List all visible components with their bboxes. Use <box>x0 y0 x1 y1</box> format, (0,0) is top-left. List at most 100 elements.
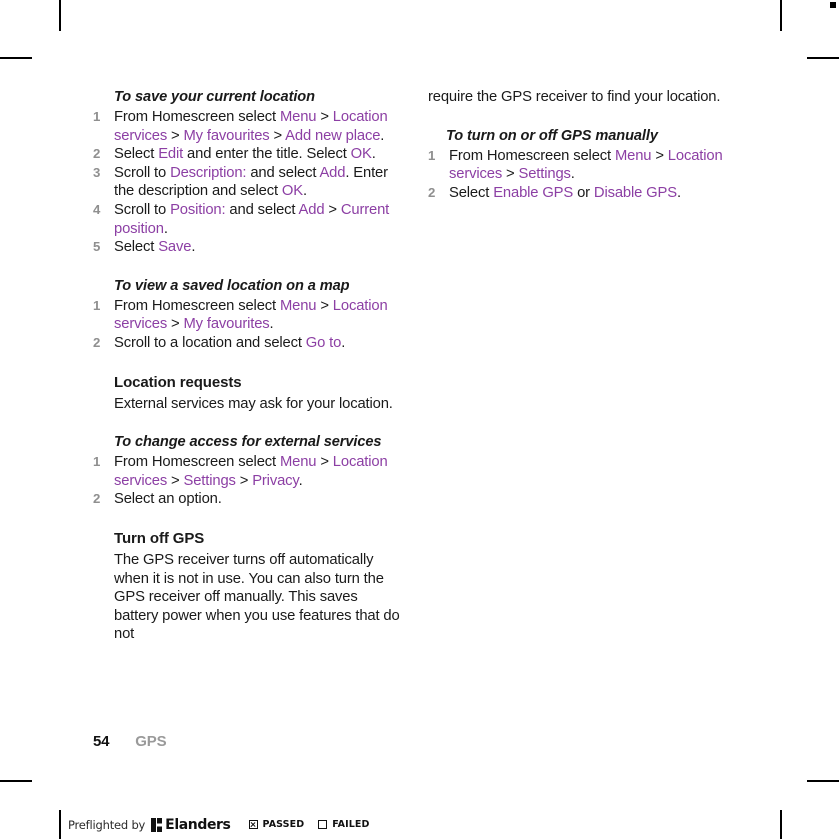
ui-path-token: Menu <box>614 147 652 164</box>
ui-path-token: Position: <box>170 201 226 218</box>
preflight-prefix-label: Preflighted by <box>68 817 146 832</box>
checkbox-checked-icon <box>248 820 258 829</box>
step-number: 2 <box>93 491 101 507</box>
step-number: 3 <box>93 164 101 180</box>
preflight-passed-label: PASSED <box>262 819 305 830</box>
preflight-passed-status: PASSED <box>248 819 305 830</box>
ui-path-token: Enable GPS <box>493 184 574 201</box>
crop-mark-top-left-horizontal <box>0 57 32 59</box>
heading-location-requests: Location requests <box>114 373 242 391</box>
preflight-failed-label: FAILED <box>332 819 370 830</box>
step-item: 2 Scroll to a location and select Go to. <box>93 334 400 353</box>
ui-path-token: Settings <box>183 472 236 489</box>
elanders-logo-mark <box>151 817 163 832</box>
step-number: 4 <box>93 201 101 217</box>
paragraph-turn-off-gps: The GPS receiver turns off automatically… <box>114 551 400 643</box>
step-text: > <box>167 127 184 144</box>
heading-save-current-location: To save your current location <box>114 89 315 105</box>
ui-path-token: Go to <box>305 334 342 351</box>
step-text: . <box>298 472 303 489</box>
step-text: From Homescreen select <box>114 454 280 471</box>
step-text: > <box>316 297 333 314</box>
step-text: > <box>167 472 184 489</box>
ui-path-token: Disable GPS <box>593 184 677 201</box>
steps-change-access-external-services: 1 From Homescreen select Menu > Location … <box>93 453 400 509</box>
step-text: and select <box>246 164 320 181</box>
crop-mark-top-left-vertical <box>59 0 61 31</box>
ui-path-token: Privacy <box>252 472 299 489</box>
crop-mark-bottom-right-vertical <box>780 810 782 839</box>
step-text: Select <box>114 146 159 163</box>
heading-change-access-external-services: To change access for external services <box>114 434 382 451</box>
ui-path-token: Add <box>319 164 346 181</box>
ui-path-token: My favourites <box>183 127 270 144</box>
step-number: 2 <box>428 184 436 200</box>
crop-mark-top-right-vertical <box>780 0 782 31</box>
steps-view-saved-location: 1 From Homescreen select Menu > Location … <box>93 297 400 353</box>
step-text: > <box>651 147 668 164</box>
step-number: 5 <box>93 239 101 255</box>
ui-path-token: Menu <box>279 109 317 125</box>
step-number: 2 <box>93 146 101 162</box>
ui-path-token: Add new place <box>285 127 381 144</box>
step-text: From Homescreen select <box>114 109 280 125</box>
step-text: From Homescreen select <box>449 147 615 164</box>
step-text: or <box>573 184 594 201</box>
paragraph-location-requests: External services may ask for your locat… <box>114 395 393 412</box>
step-text: > <box>269 127 286 144</box>
registration-mark-top-right <box>830 2 836 8</box>
step-text: Scroll to <box>114 201 171 218</box>
step-text: > <box>324 201 341 218</box>
ui-path-token: My favourites <box>183 316 270 333</box>
heading-turn-on-off-gps-manually: To turn on or off GPS manually <box>446 127 658 144</box>
step-number: 1 <box>93 297 101 313</box>
ui-path-token: Menu <box>279 297 317 314</box>
step-item: 5 Select Save. <box>93 238 400 257</box>
elanders-logo-wordmark: Elanders <box>165 816 231 833</box>
step-text: Select <box>114 239 159 256</box>
step-item: 1 From Homescreen select Menu > Location … <box>93 108 400 145</box>
step-text: . <box>302 183 307 200</box>
step-item: 1 From Homescreen select Menu > Location … <box>428 147 735 184</box>
elanders-logo: Elanders <box>151 816 231 833</box>
printed-page: To save your current location 1 From Home… <box>0 0 839 839</box>
step-text: and enter the title. Select <box>183 146 351 163</box>
step-text: > <box>167 316 184 333</box>
step-item: 2 Select Enable GPS or Disable GPS. <box>428 184 735 203</box>
step-text: . <box>269 316 274 333</box>
crop-mark-bottom-left-horizontal <box>0 780 32 782</box>
preflight-stamp: Preflighted by Elanders PASSED FAILED <box>59 810 370 839</box>
ui-path-token: Edit <box>158 146 184 163</box>
step-number: 1 <box>93 109 101 124</box>
step-text: . <box>163 220 168 237</box>
step-text: . <box>380 127 385 144</box>
steps-turn-on-off-gps-manually: 1 From Homescreen select Menu > Location … <box>428 147 735 203</box>
paragraph-continuation: require the GPS receiver to find your lo… <box>428 89 721 105</box>
step-text: > <box>235 472 253 489</box>
step-item: 4 Scroll to Position: and select Add > Cu… <box>93 201 400 238</box>
page-footer: 54 GPS <box>93 733 167 750</box>
ui-path-token: Save <box>158 239 192 256</box>
step-item: 1 From Homescreen select Menu > Location … <box>93 297 400 334</box>
crop-mark-top-right-horizontal <box>807 57 839 59</box>
step-text: Scroll to <box>114 164 171 181</box>
ui-path-token: OK <box>281 183 303 200</box>
step-item: 2 Select Edit and enter the title. Select… <box>93 145 400 164</box>
step-number: 1 <box>428 147 436 163</box>
step-text: Select <box>449 184 494 201</box>
ui-path-token: Description: <box>170 164 247 181</box>
crop-mark-bottom-right-horizontal <box>807 780 839 782</box>
step-text: . <box>371 146 376 163</box>
checkbox-unchecked-icon <box>318 820 328 829</box>
step-text: > <box>502 166 519 183</box>
step-text: and select <box>225 201 299 218</box>
ui-path-token: Add <box>298 201 325 218</box>
step-text: . <box>676 184 681 201</box>
running-head: GPS <box>135 733 167 750</box>
preflight-failed-status: FAILED <box>318 819 369 830</box>
ui-path-token: Menu <box>279 454 317 471</box>
